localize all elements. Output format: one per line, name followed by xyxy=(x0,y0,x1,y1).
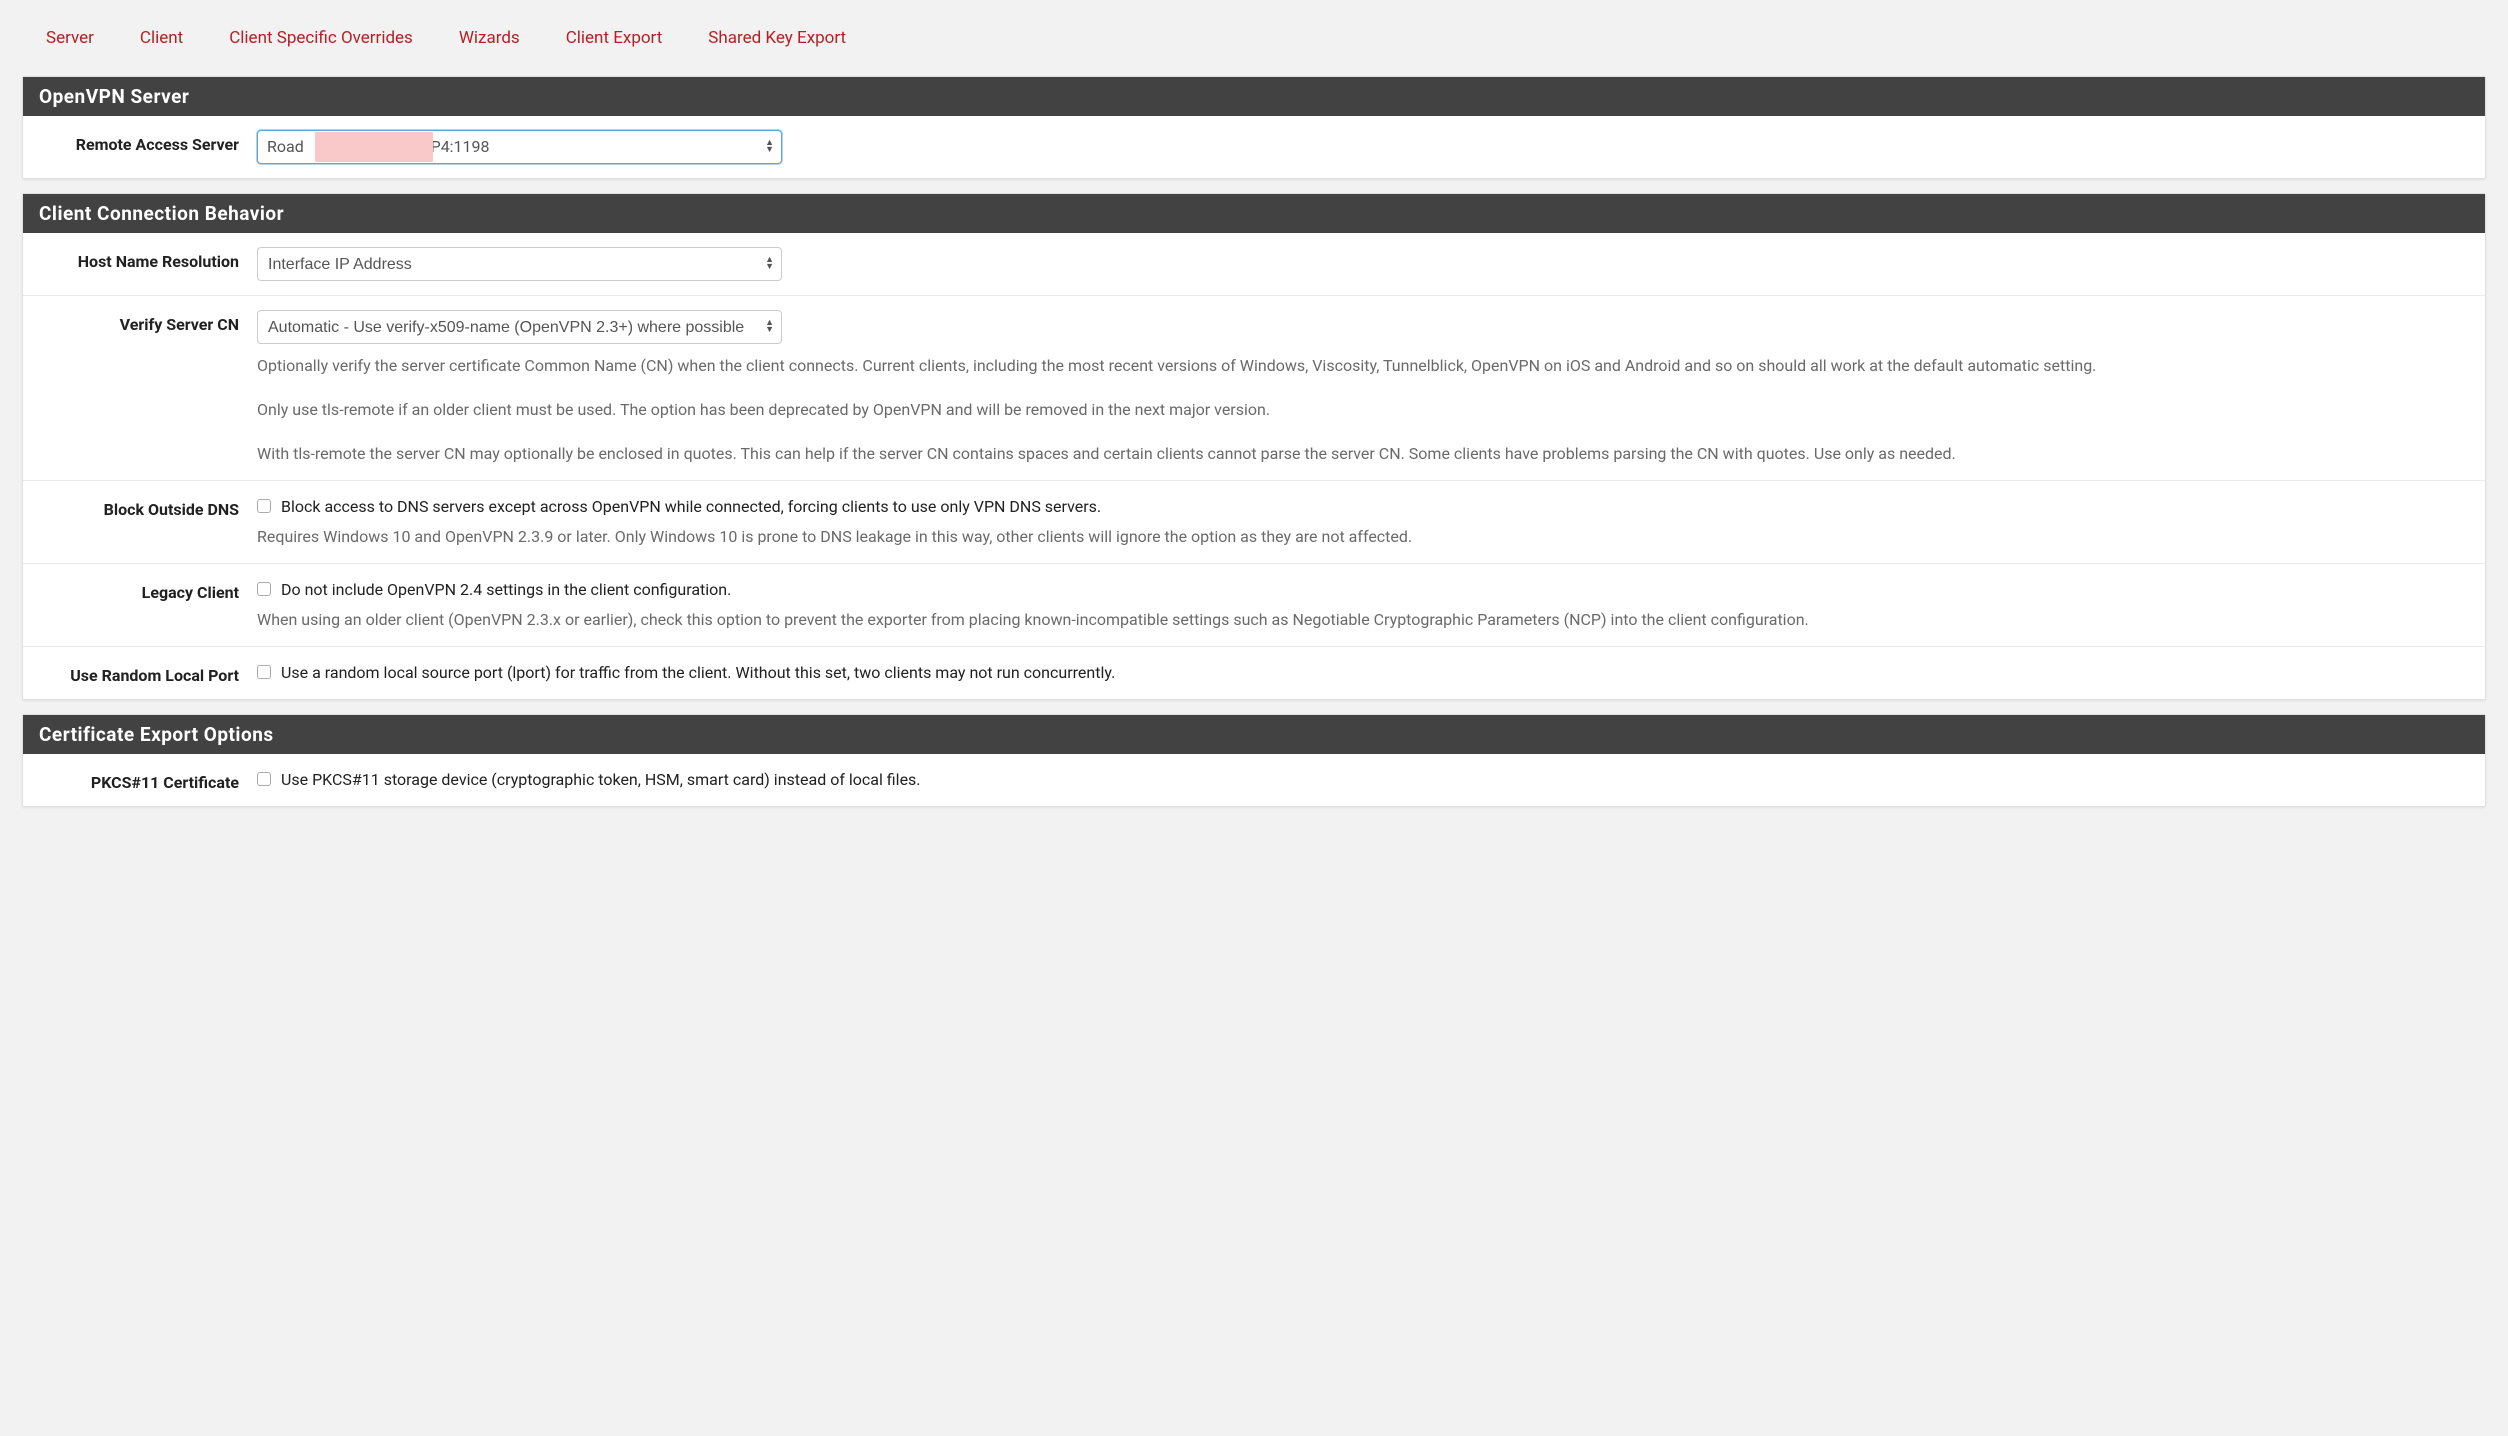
checkbox-random-local-port[interactable] xyxy=(257,665,271,679)
row-remote-access-server: Remote Access Server RoadUDP4:1198 ▲▼ xyxy=(23,116,2485,178)
tab-server[interactable]: Server xyxy=(46,28,94,48)
panel-header-client-connection-behavior: Client Connection Behavior xyxy=(23,194,2485,233)
label-verify-server-cn: Verify Server CN xyxy=(39,310,257,334)
select-host-name-resolution[interactable]: Interface IP Address xyxy=(257,247,782,281)
row-block-outside-dns: Block Outside DNS Block access to DNS se… xyxy=(23,481,2485,564)
select-wrap-host-name: Interface IP Address ▲▼ xyxy=(257,247,782,281)
checkbox-label-random-local-port: Use a random local source port (lport) f… xyxy=(281,661,1115,685)
panel-header-certificate-export-options: Certificate Export Options xyxy=(23,715,2485,754)
row-pkcs11-certificate: PKCS#11 Certificate Use PKCS#11 storage … xyxy=(23,754,2485,806)
label-block-outside-dns: Block Outside DNS xyxy=(39,495,257,519)
label-random-local-port: Use Random Local Port xyxy=(39,661,257,685)
select-wrap-remote-access: RoadUDP4:1198 ▲▼ xyxy=(257,130,782,164)
row-host-name-resolution: Host Name Resolution Interface IP Addres… xyxy=(23,233,2485,296)
help-verify-cn-p2: Only use tls-remote if an older client m… xyxy=(257,398,2469,422)
checkbox-legacy-client[interactable] xyxy=(257,582,271,596)
help-block-outside-dns: Requires Windows 10 and OpenVPN 2.3.9 or… xyxy=(257,525,2469,549)
tab-wizards[interactable]: Wizards xyxy=(459,28,520,48)
row-verify-server-cn: Verify Server CN Automatic - Use verify-… xyxy=(23,296,2485,481)
help-verify-cn-p3: With tls-remote the server CN may option… xyxy=(257,442,2469,466)
panel-header-openvpn-server: OpenVPN Server xyxy=(23,77,2485,116)
help-verify-server-cn: Optionally verify the server certificate… xyxy=(257,354,2469,466)
tab-client[interactable]: Client xyxy=(140,28,183,48)
checkbox-block-outside-dns[interactable] xyxy=(257,499,271,513)
checkbox-pkcs11-certificate[interactable] xyxy=(257,772,271,786)
row-random-local-port: Use Random Local Port Use a random local… xyxy=(23,647,2485,699)
select-wrap-verify-cn: Automatic - Use verify-x509-name (OpenVP… xyxy=(257,310,782,344)
select-verify-server-cn[interactable]: Automatic - Use verify-x509-name (OpenVP… xyxy=(257,310,782,344)
row-legacy-client: Legacy Client Do not include OpenVPN 2.4… xyxy=(23,564,2485,647)
checkbox-label-pkcs11-certificate: Use PKCS#11 storage device (cryptographi… xyxy=(281,768,921,792)
help-legacy-client: When using an older client (OpenVPN 2.3.… xyxy=(257,608,2469,632)
panel-certificate-export-options: Certificate Export Options PKCS#11 Certi… xyxy=(22,714,2486,807)
checkbox-label-block-outside-dns: Block access to DNS servers except acros… xyxy=(281,495,1101,519)
checkbox-label-legacy-client: Do not include OpenVPN 2.4 settings in t… xyxy=(281,578,731,602)
panel-client-connection-behavior: Client Connection Behavior Host Name Res… xyxy=(22,193,2486,700)
panel-openvpn-server: OpenVPN Server Remote Access Server Road… xyxy=(22,76,2486,179)
label-remote-access-server: Remote Access Server xyxy=(39,130,257,154)
select-remote-access-server[interactable] xyxy=(257,130,782,164)
tab-client-specific-overrides[interactable]: Client Specific Overrides xyxy=(229,28,413,48)
label-pkcs11-certificate: PKCS#11 Certificate xyxy=(39,768,257,792)
label-host-name-resolution: Host Name Resolution xyxy=(39,247,257,271)
label-legacy-client: Legacy Client xyxy=(39,578,257,602)
help-verify-cn-p1: Optionally verify the server certificate… xyxy=(257,354,2469,378)
tab-client-export[interactable]: Client Export xyxy=(566,28,663,48)
tabs-bar: Server Client Client Specific Overrides … xyxy=(22,0,2486,76)
tab-shared-key-export[interactable]: Shared Key Export xyxy=(708,28,846,48)
